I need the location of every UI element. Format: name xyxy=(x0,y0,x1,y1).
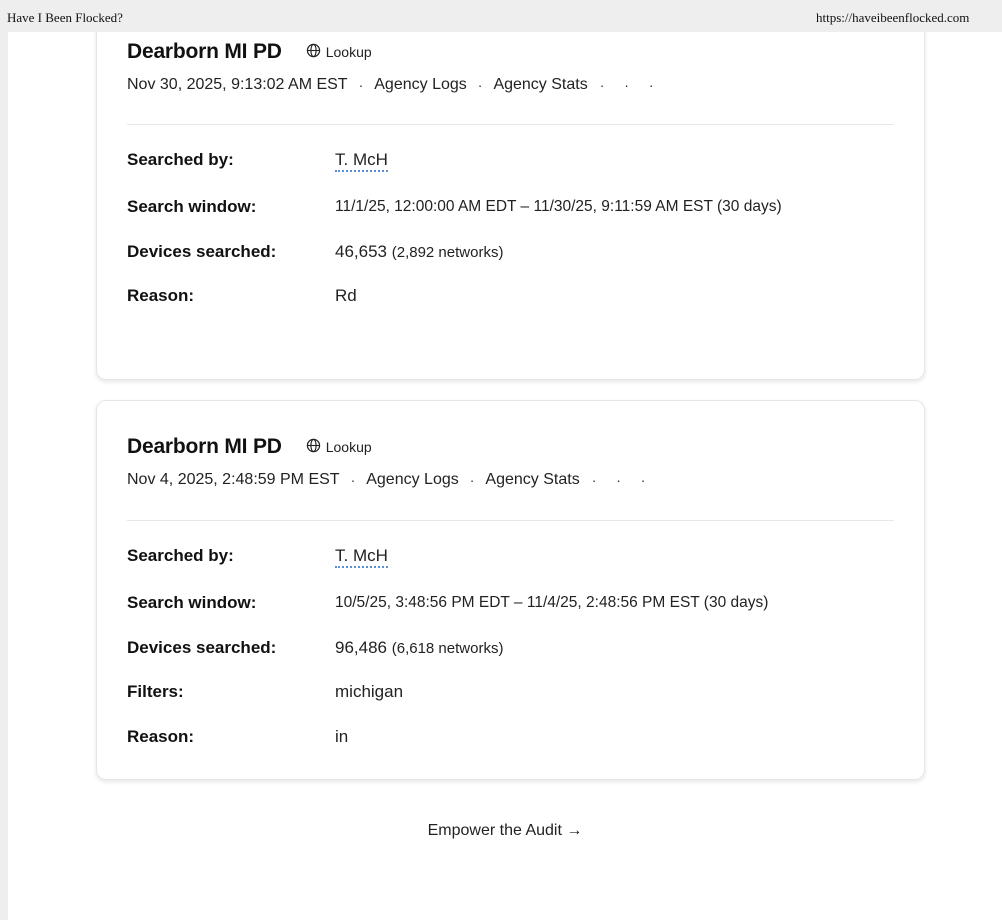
search-record-card: Dearborn MI PD Lookup Nov 4, 2025, 2:48:… xyxy=(96,400,925,780)
more-options-button[interactable]: · · · xyxy=(592,472,654,488)
agency-logs-link[interactable]: Agency Logs xyxy=(374,76,467,94)
reason-row: Reason: Rd xyxy=(127,283,894,309)
card-header: Dearborn MI PD Lookup xyxy=(127,432,372,462)
globe-icon xyxy=(306,43,321,61)
networks-count: (6,618 networks) xyxy=(391,640,504,657)
agency-logs-link[interactable]: Agency Logs xyxy=(366,471,459,489)
record-timestamp[interactable]: Nov 30, 2025, 9:13:02 AM EST xyxy=(127,76,348,94)
agency-name[interactable]: Dearborn MI PD xyxy=(127,435,282,459)
dot-separator: · xyxy=(477,77,483,93)
agency-name[interactable]: Dearborn MI PD xyxy=(127,40,282,64)
searched-by-label: Searched by: xyxy=(127,546,234,565)
search-window-label: Search window: xyxy=(127,197,257,216)
divider xyxy=(127,520,894,521)
agency-stats-link[interactable]: Agency Stats xyxy=(493,76,587,94)
print-page-url: https://haveibeenflocked.com xyxy=(816,10,970,25)
lookup-label: Lookup xyxy=(325,439,372,455)
reason-value: Rd xyxy=(335,286,357,305)
filters-row: Filters: michigan xyxy=(127,679,894,705)
search-record-card: Dearborn MI PD Lookup Nov 30, 2025, 9:13… xyxy=(96,32,925,380)
devices-searched-label: Devices searched: xyxy=(127,242,277,261)
searched-by-row: Searched by: T. McH xyxy=(127,147,894,173)
searched-by-row: Searched by: T. McH xyxy=(127,543,894,569)
lookup-link[interactable]: Lookup xyxy=(306,438,372,456)
search-window-value: 11/1/25, 12:00:00 AM EDT – 11/30/25, 9:1… xyxy=(335,198,782,215)
reason-row: Reason: in xyxy=(127,724,894,750)
devices-count: 96,486 xyxy=(335,638,387,657)
globe-icon xyxy=(306,438,321,456)
print-header: Have I Been Flocked? https://haveibeenfl… xyxy=(0,0,1002,30)
searched-by-user[interactable]: T. McH xyxy=(335,546,388,568)
searched-by-label: Searched by: xyxy=(127,150,234,169)
reason-label: Reason: xyxy=(127,286,195,305)
filters-label: Filters: xyxy=(127,682,184,701)
record-timestamp[interactable]: Nov 4, 2025, 2:48:59 PM EST xyxy=(127,471,340,489)
card-header: Dearborn MI PD Lookup xyxy=(127,37,372,67)
divider xyxy=(127,124,894,125)
filters-value: michigan xyxy=(335,682,404,701)
agency-stats-link[interactable]: Agency Stats xyxy=(485,471,579,489)
devices-searched-label: Devices searched: xyxy=(127,638,277,657)
search-window-row: Search window: 11/1/25, 12:00:00 AM EDT … xyxy=(127,194,894,220)
devices-count: 46,653 xyxy=(335,242,387,261)
dot-separator: · xyxy=(358,77,364,93)
devices-searched-row: Devices searched: 46,653 (2,892 networks… xyxy=(127,239,894,265)
record-meta: Nov 4, 2025, 2:48:59 PM EST · Agency Log… xyxy=(127,471,653,489)
empower-audit-link[interactable]: Empower the Audit → xyxy=(8,822,1002,840)
lookup-label: Lookup xyxy=(325,44,372,60)
reason-value: in xyxy=(335,727,349,746)
devices-searched-row: Devices searched: 96,486 (6,618 networks… xyxy=(127,635,894,661)
dot-separator: · xyxy=(469,472,475,488)
networks-count: (2,892 networks) xyxy=(391,244,504,261)
search-window-row: Search window: 10/5/25, 3:48:56 PM EDT –… xyxy=(127,590,894,616)
dot-separator: · xyxy=(350,472,356,488)
reason-label: Reason: xyxy=(127,727,195,746)
search-window-label: Search window: xyxy=(127,593,257,612)
more-options-button[interactable]: · · · xyxy=(600,77,662,93)
record-meta: Nov 30, 2025, 9:13:02 AM EST · Agency Lo… xyxy=(127,76,661,94)
search-window-value: 10/5/25, 3:48:56 PM EDT – 11/4/25, 2:48:… xyxy=(335,594,769,611)
lookup-link[interactable]: Lookup xyxy=(306,43,372,61)
page-content: Dearborn MI PD Lookup Nov 30, 2025, 9:13… xyxy=(8,32,1002,920)
searched-by-user[interactable]: T. McH xyxy=(335,150,388,172)
print-page-title: Have I Been Flocked? xyxy=(7,10,123,25)
